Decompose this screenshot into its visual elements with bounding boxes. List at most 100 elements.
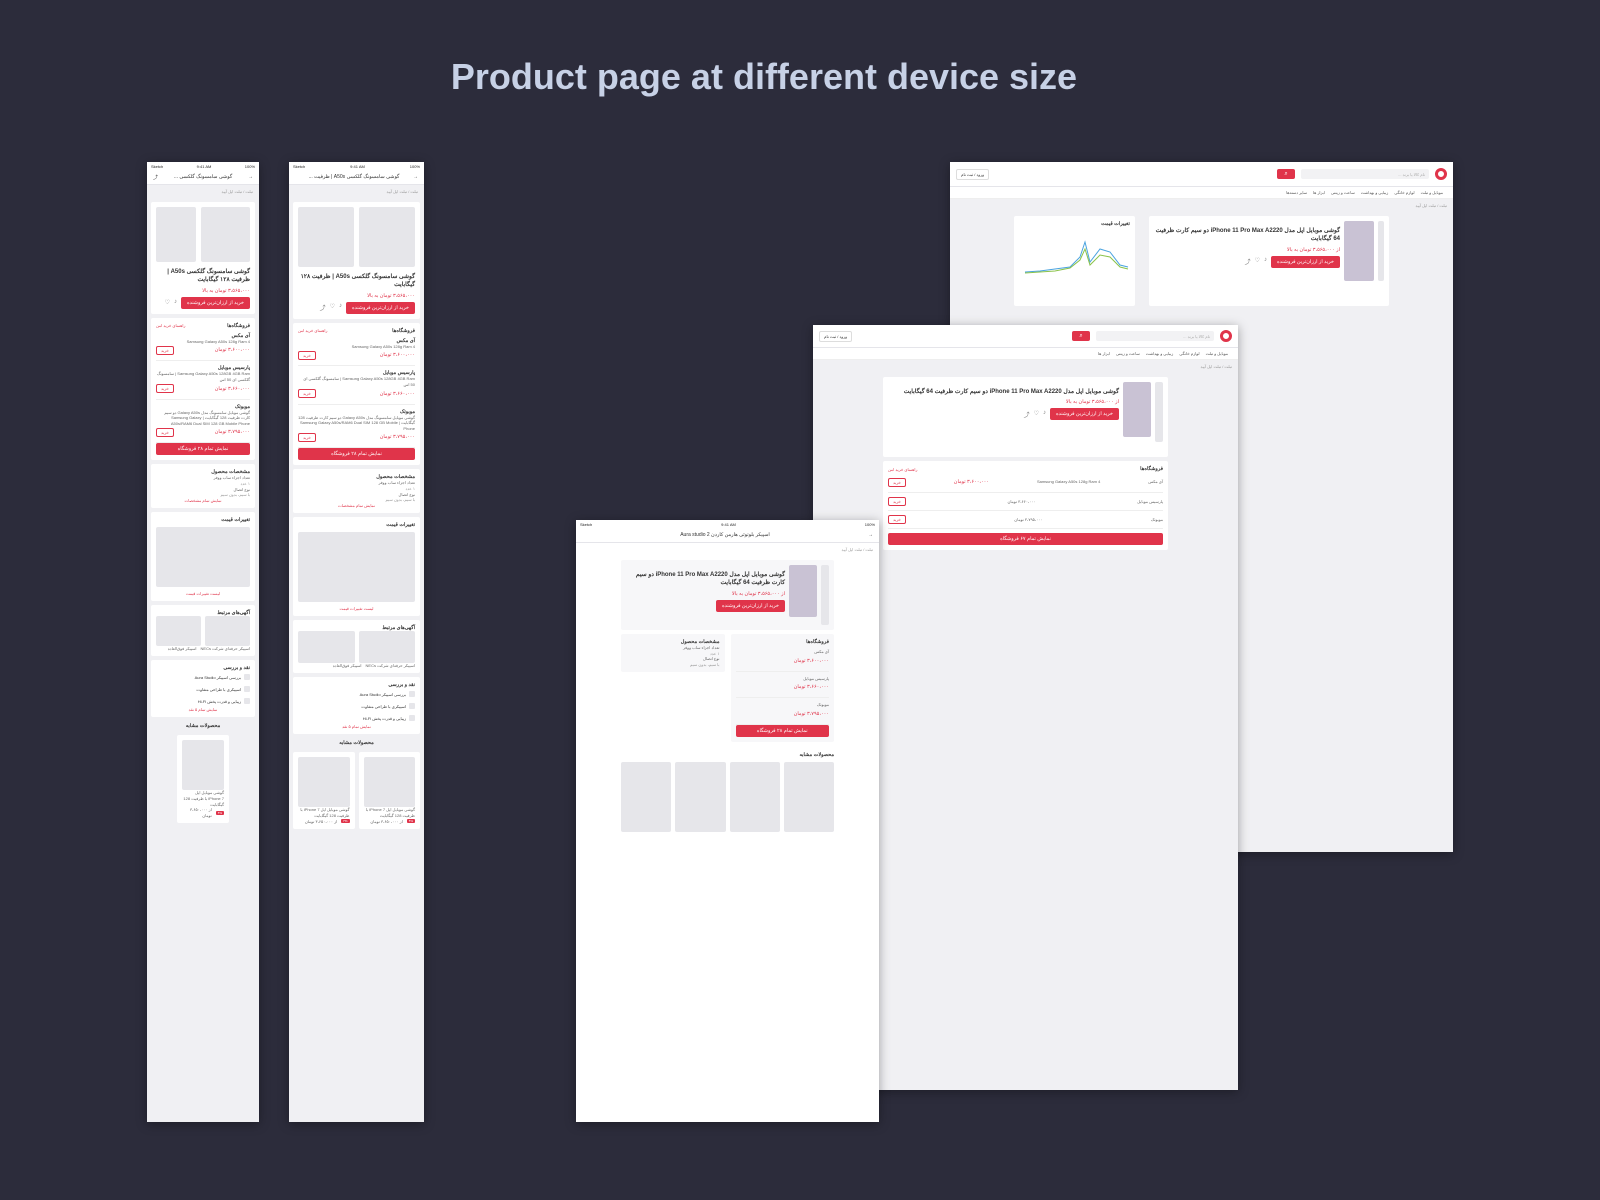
similar-product-card[interactable]: گوشی موبایل اپل iPhone 7 با ظرفیت 128 گی… [293,752,355,830]
review-item[interactable]: بررسی اسپیکر Aura Studio [298,688,415,700]
buy-cheapest-button[interactable]: خرید از ارزان‌ترین فروشنده [346,301,415,314]
nav-item[interactable]: ساعت و زینتی [1116,351,1140,356]
similar-product-image [363,757,415,808]
nav-item[interactable]: موبایل و تبلت [1206,351,1228,356]
share-icon[interactable]: ⤴ [153,174,158,181]
related-ads-card: آگهی‌های مرتبط اسپیکر حرفه‌ای شرکت NECs ا… [293,619,420,674]
search-button[interactable]: ⌕ [1277,169,1295,179]
shop-buy-button[interactable]: خرید [298,432,316,442]
heart-icon[interactable]: ♡ [330,303,335,312]
shop-buy-button[interactable]: خرید [156,345,174,355]
safe-guide-link[interactable]: راهنمای خرید امن [156,323,185,328]
similar-product-card[interactable]: گوشی موبایل اپل iPhone 7 با ظرفیت 128 گی… [177,735,229,824]
show-all-specs-link[interactable]: نمایش تمام مشخصات [156,498,250,503]
shop-product: Samsung Galaxy A50s 128g Ram 4 [1036,479,1101,485]
shop-buy-button[interactable]: خرید [156,384,174,394]
nav-item[interactable]: زیبایی و بهداشت [1361,190,1389,195]
nav-item[interactable]: ساعت و زینتی [1331,190,1355,195]
price-chart-card: تغییرات قیمت [1014,216,1135,306]
nav-item[interactable]: زیبایی و بهداشت [1146,351,1174,356]
product-image [156,207,196,262]
buy-cheapest-button[interactable]: خرید از ارزان‌ترین فروشنده [1271,255,1340,268]
bell-icon[interactable]: ♪ [1264,257,1267,266]
nav-item[interactable]: لوازم خانگی [1394,190,1414,195]
buy-cheapest-button[interactable]: خرید از ارزان‌ترین فروشنده [181,296,250,309]
bell-icon[interactable]: ♪ [1043,410,1046,419]
show-all-shops-button[interactable]: نمایش تمام ۶۷ فروشگاه [888,533,1163,545]
shop-buy-button[interactable]: خرید [888,497,906,506]
show-all-shops-button[interactable]: نمایش تمام ۲۸ فروشگاه [735,724,829,737]
share-icon[interactable]: ⤴ [1245,257,1251,266]
similar-product-card[interactable]: گوشی موبایل اپل iPhone 7 با ظرفیت 128 گی… [358,752,420,830]
show-all-shops-button[interactable]: نمایش تمام ۲۸ فروشگاه [156,443,250,456]
share-icon[interactable]: ⤴ [1024,410,1030,419]
buy-cheapest-button[interactable]: خرید از ارزان‌ترین فروشنده [716,599,785,612]
nav-item[interactable]: سایر دسته‌ها [1286,190,1307,195]
heart-icon[interactable]: ♡ [1255,257,1260,266]
similar-product-image [621,761,672,832]
shop-buy-button[interactable]: خرید [298,389,316,399]
search-input[interactable]: نام کالا یا برند ... [1301,169,1429,179]
mobile-small-frame: Sketch 9:41 AM 100% → گوشی سامسونگ گلکسی ..… [147,162,259,1122]
product-price: از ۳،۵۶۵،۰۰۰ تومان به بالا [1286,246,1340,253]
shop-row: آی مکس Samsung Galaxy A50s 128g Ram 4 ۳،۶۰… [888,472,1163,493]
ad-name[interactable]: اسپیکر حرفه‌ای شرکت NECs [366,663,415,669]
price-list-link[interactable]: لیست تغییرات قیمت [298,606,415,611]
review-item[interactable]: اسپیکری با طراحی متفاوت [298,700,415,712]
battery: 100% [409,163,420,169]
back-arrow-icon[interactable]: → [868,532,873,538]
login-button[interactable]: ورود / ثبت نام [956,168,990,180]
bell-icon[interactable]: ♪ [174,299,177,306]
ad-name[interactable]: اسپیکر فوق‌العاده [168,646,197,652]
shop-buy-button[interactable]: خرید [888,515,906,524]
similar-product-price: از ۳،۶۵۰،۰۰۰ تومان [304,818,338,824]
shop-row: آی مکس Samsung Galaxy A50s 128g Ram 4 ۳،… [298,334,415,367]
shop-row: موبوتک گوشی موبایل سامسونگ مدل Galaxy A5… [298,405,415,449]
price-chart-placeholder [156,526,250,587]
review-item[interactable]: بررسی اسپیکر Aura Studio [156,671,250,683]
show-all-reviews-link[interactable]: نمایش تمام ۵ نقد [298,724,415,729]
shop-buy-button[interactable]: خرید [156,427,174,437]
nav-item[interactable]: لوازم خانگی [1179,351,1199,356]
breadcrumb: تبلت / تبلت اپل آیپد [1200,364,1233,369]
price-list-link[interactable]: لیست تغییرات قیمت [156,591,250,596]
show-all-shops-button[interactable]: نمایش تمام ۲۸ فروشگاه [298,448,415,461]
nav-item[interactable]: موبایل و تبلت [1421,190,1443,195]
search-button[interactable]: ⌕ [1072,331,1090,341]
shop-buy-button[interactable]: خرید [888,477,906,487]
show-all-reviews-link[interactable]: نمایش تمام ۵ نقد [156,707,250,712]
shop-price: ۳،۶۰۰،۰۰۰ تومان [793,657,829,664]
product-title: گوشی موبایل اپل مدل iPhone 11 Pro Max A2… [903,389,1119,395]
product-title: گوشی سامسونگ گلکسی A50s | ظرفیت ۱۲۸ گیگا… [167,269,250,284]
battery: 100% [864,521,875,527]
similar-product-image [182,740,224,791]
shops-title: فروشگاه‌ها [1140,466,1163,472]
shops-title: فروشگاه‌ها [227,322,250,329]
safe-guide-link[interactable]: راهنمای خرید امن [298,328,327,333]
login-button[interactable]: ورود / ثبت نام [819,330,853,342]
heart-icon[interactable]: ♡ [1034,410,1039,419]
review-title: بررسی اسپیکر Aura Studio [359,691,406,697]
category-nav: موبایل و تبلت لوازم خانگی زیبایی و بهداش… [950,187,1453,199]
breadcrumb: تبلت / تبلت اپل آیپد [386,189,419,194]
show-all-specs-link[interactable]: نمایش تمام مشخصات [298,503,415,508]
bell-icon[interactable]: ♪ [339,303,342,312]
heart-icon[interactable]: ♡ [165,299,170,306]
related-ads-card: آگهی‌های مرتبط اسپیکر حرفه‌ای شرکت NECs ا… [151,604,255,657]
review-item[interactable]: زیبایی و قدرت پخش Hi-Fi [156,695,250,707]
ad-image [156,615,201,646]
safe-guide-link[interactable]: راهنمای خرید امن [888,467,917,472]
nav-item[interactable]: ابزار ها [1313,190,1325,195]
review-item[interactable]: اسپیکری با طراحی متفاوت [156,683,250,695]
nav-item[interactable]: ابزار ها [1098,351,1110,356]
review-item[interactable]: زیبایی و قدرت پخش Hi-Fi [298,712,415,724]
shop-buy-button[interactable]: خرید [298,350,316,360]
buy-cheapest-button[interactable]: خرید از ارزان‌ترین فروشنده [1050,408,1119,421]
ad-name[interactable]: اسپیکر حرفه‌ای شرکت NECs [201,646,250,652]
share-icon[interactable]: ⤴ [320,303,326,312]
shop-price: ۳،۶۰۰،۰۰۰ تومان [379,352,415,359]
ad-name[interactable]: اسپیکر فوق‌العاده [333,663,362,669]
back-arrow-icon[interactable]: → [413,174,418,180]
back-arrow-icon[interactable]: → [248,174,253,180]
search-input[interactable]: نام کالا یا برند ... [1096,331,1214,341]
